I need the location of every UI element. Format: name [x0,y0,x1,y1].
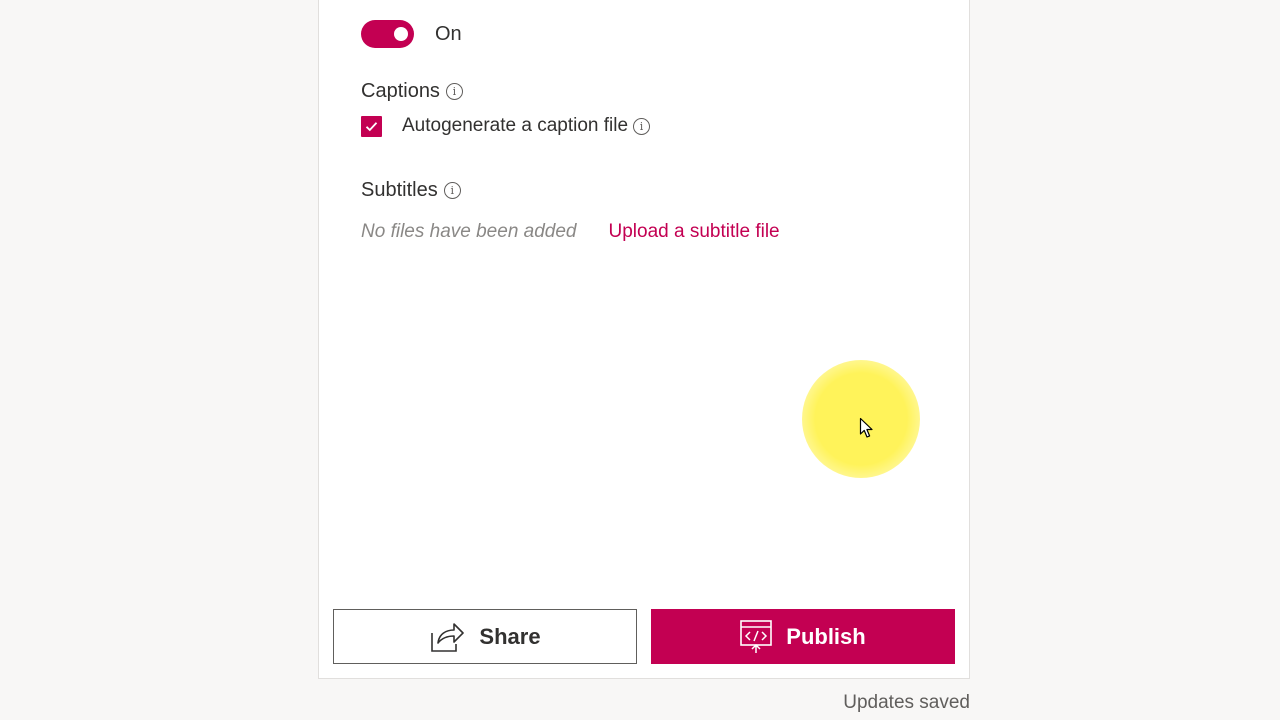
toggle-switch[interactable] [361,20,414,48]
toggle-label: On [435,22,462,45]
autogenerate-checkbox[interactable] [361,115,382,137]
subtitles-title: Subtitles [361,179,438,201]
subtitle-row: No files have been added Upload a subtit… [361,221,780,243]
share-icon [429,621,465,653]
share-button[interactable]: Share [333,609,637,664]
share-label: Share [479,623,541,649]
autogenerate-label: Autogenerate a caption file [402,115,629,136]
toggle-row: On [361,20,462,48]
check-icon [365,121,378,131]
info-icon[interactable]: i [633,117,651,135]
publish-embed-icon [740,619,773,654]
publish-button[interactable]: Publish [651,609,955,664]
info-icon[interactable]: i [445,83,463,100]
autogenerate-caption-row: Autogenerate a caption file i [361,115,651,137]
subtitles-empty-text: No files have been added [361,221,577,242]
captions-heading: Captions i [361,80,463,103]
subtitles-heading: Subtitles i [361,179,461,202]
mouse-pointer-icon [859,417,873,438]
info-icon[interactable]: i [443,182,461,199]
publish-label: Publish [786,623,866,649]
toggle-knob [394,27,408,41]
captions-title: Captions [361,80,440,102]
upload-subtitle-link[interactable]: Upload a subtitle file [609,221,780,243]
status-text: Updates saved [843,692,970,713]
settings-panel: On Captions i Autogenerate a caption fil… [318,0,970,679]
